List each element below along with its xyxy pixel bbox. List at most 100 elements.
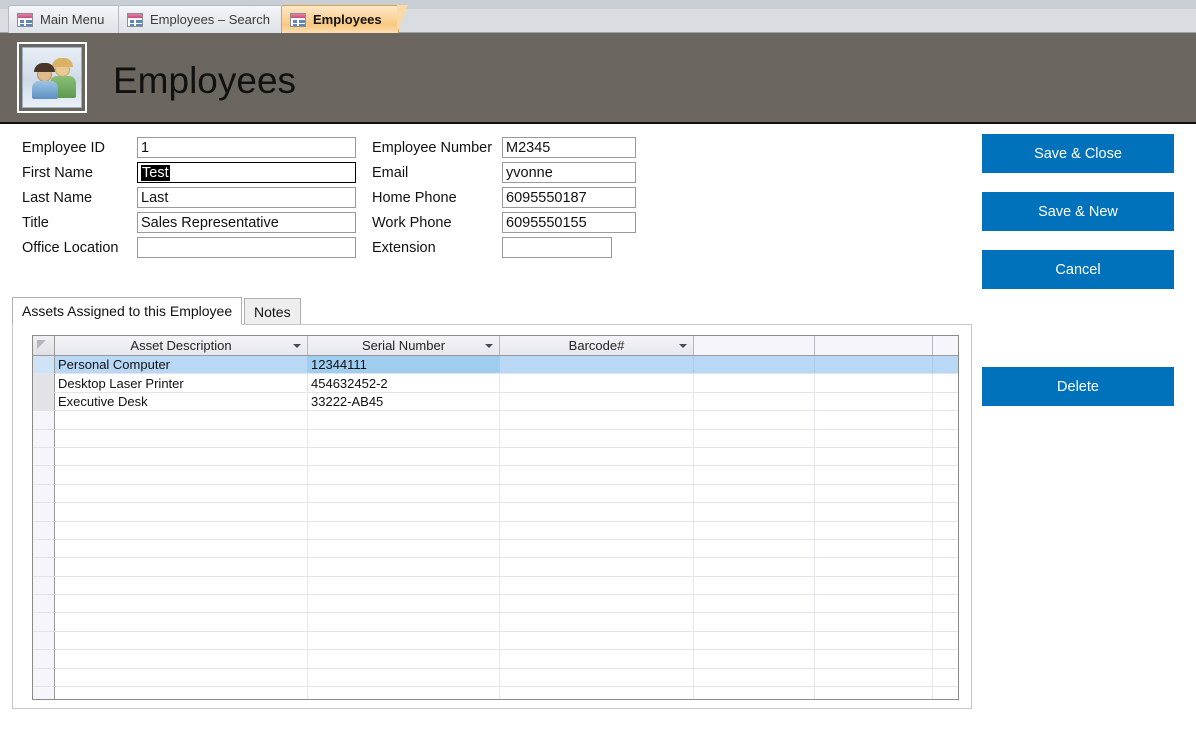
table-cell-empty[interactable] xyxy=(933,687,958,699)
table-cell-empty[interactable] xyxy=(55,447,308,466)
table-cell-empty[interactable] xyxy=(694,687,815,699)
row-selector[interactable] xyxy=(33,484,55,503)
table-cell-empty[interactable] xyxy=(500,650,694,668)
column-header[interactable]: Asset Description xyxy=(55,336,308,355)
table-cell-empty[interactable] xyxy=(308,613,500,631)
table-cell-empty[interactable] xyxy=(815,521,933,539)
table-cell-empty[interactable] xyxy=(308,447,500,466)
row-selector[interactable] xyxy=(33,392,55,411)
table-cell-empty[interactable] xyxy=(308,558,500,576)
table-cell-empty[interactable] xyxy=(500,576,694,595)
table-row-empty[interactable] xyxy=(33,484,958,504)
input-title[interactable]: Sales Representative xyxy=(137,212,356,233)
row-selector[interactable] xyxy=(33,668,55,687)
table-cell-empty[interactable] xyxy=(694,631,815,650)
table-cell-empty[interactable] xyxy=(815,613,933,631)
table-cell-empty[interactable] xyxy=(55,613,308,631)
table-row-empty[interactable] xyxy=(33,613,958,632)
table-row-empty[interactable] xyxy=(33,595,958,614)
table-row-empty[interactable] xyxy=(33,558,958,577)
table-cell-empty[interactable] xyxy=(694,411,815,429)
table-cell-empty[interactable] xyxy=(308,466,500,484)
table-cell-empty[interactable] xyxy=(694,576,815,595)
input-employee-id[interactable]: 1 xyxy=(137,137,356,158)
input-employee-number[interactable]: M2345 xyxy=(502,137,636,158)
table-cell-empty[interactable] xyxy=(815,650,933,668)
table-cell-empty[interactable] xyxy=(815,595,933,613)
table-cell-empty[interactable] xyxy=(815,447,933,466)
table-cell-empty[interactable] xyxy=(500,466,694,484)
table-row[interactable]: Desktop Laser Printer 454632452-2 xyxy=(33,374,958,393)
table-cell-empty[interactable] xyxy=(694,558,815,576)
row-selector[interactable] xyxy=(33,576,55,595)
table-cell-empty[interactable] xyxy=(933,430,958,447)
tab-notes[interactable]: Notes xyxy=(244,298,301,324)
table-cell-empty[interactable] xyxy=(694,539,815,558)
table-cell-empty[interactable] xyxy=(308,429,500,447)
table-cell-empty[interactable] xyxy=(933,485,958,502)
table-cell-empty[interactable] xyxy=(308,650,500,668)
table-cell-empty[interactable] xyxy=(308,521,500,539)
row-selector[interactable] xyxy=(33,613,55,631)
column-header[interactable]: Barcode# xyxy=(500,336,694,355)
table-cell-empty[interactable] xyxy=(55,558,308,576)
table-cell[interactable]: Personal Computer xyxy=(55,356,308,374)
document-tab-main-menu[interactable]: Main Menu xyxy=(8,5,130,33)
table-cell-empty[interactable] xyxy=(933,650,958,667)
table-cell-empty[interactable] xyxy=(500,595,694,613)
table-cell-empty[interactable] xyxy=(308,687,500,699)
table-cell-empty[interactable] xyxy=(55,503,308,521)
table-cell-empty[interactable] xyxy=(694,429,815,447)
table-cell-empty[interactable] xyxy=(308,668,500,687)
row-selector[interactable] xyxy=(33,374,55,392)
table-cell-empty[interactable] xyxy=(933,595,958,612)
table-row-empty[interactable] xyxy=(33,411,958,430)
chevron-down-icon[interactable] xyxy=(485,343,493,348)
table-cell-empty[interactable] xyxy=(933,558,958,575)
table-cell[interactable] xyxy=(500,356,694,374)
table-cell-empty[interactable] xyxy=(694,466,815,484)
row-selector[interactable] xyxy=(33,595,55,613)
table-cell-empty[interactable] xyxy=(815,503,933,521)
table-cell-empty[interactable] xyxy=(500,447,694,466)
table-cell[interactable]: 454632452-2 xyxy=(308,374,500,392)
table-cell-empty[interactable] xyxy=(500,558,694,576)
table-cell-empty[interactable] xyxy=(933,577,958,594)
chevron-down-icon[interactable] xyxy=(679,343,687,348)
table-cell-empty[interactable] xyxy=(500,668,694,687)
table-cell-empty[interactable] xyxy=(815,631,933,650)
table-cell-empty[interactable] xyxy=(55,687,308,699)
row-selector[interactable] xyxy=(33,521,55,539)
table-cell-empty[interactable] xyxy=(933,632,958,649)
table-cell-empty[interactable] xyxy=(500,687,694,699)
input-first-name[interactable]: Test xyxy=(137,162,356,183)
column-header[interactable]: Serial Number xyxy=(308,336,500,355)
table-cell-empty[interactable] xyxy=(933,503,958,520)
table-cell-empty[interactable] xyxy=(933,448,958,465)
document-tab-employees-search[interactable]: Employees – Search xyxy=(118,5,295,33)
table-cell-empty[interactable] xyxy=(55,429,308,447)
table-row[interactable]: Executive Desk 33222-AB45 xyxy=(33,392,958,412)
table-row-empty[interactable] xyxy=(33,576,958,596)
table-cell-empty[interactable] xyxy=(308,576,500,595)
row-selector[interactable] xyxy=(33,411,55,429)
table-cell-empty[interactable] xyxy=(694,503,815,521)
table-cell-empty[interactable] xyxy=(308,411,500,429)
table-cell-empty[interactable] xyxy=(815,539,933,558)
input-home-phone[interactable]: 6095550187 xyxy=(502,187,636,208)
table-cell-empty[interactable] xyxy=(308,539,500,558)
table-cell-empty[interactable] xyxy=(500,429,694,447)
table-cell-empty[interactable] xyxy=(55,539,308,558)
table-cell-empty[interactable] xyxy=(933,669,958,686)
table-cell-empty[interactable] xyxy=(815,558,933,576)
row-selector[interactable] xyxy=(33,466,55,484)
chevron-down-icon[interactable] xyxy=(293,343,301,348)
table-cell-empty[interactable] xyxy=(55,595,308,613)
table-cell-empty[interactable] xyxy=(694,521,815,539)
tab-assets-assigned[interactable]: Assets Assigned to this Employee xyxy=(12,297,243,325)
table-cell[interactable]: Desktop Laser Printer xyxy=(55,374,308,392)
table-row-empty[interactable] xyxy=(33,539,958,559)
table-cell-empty[interactable] xyxy=(55,484,308,503)
table-cell-empty[interactable] xyxy=(500,521,694,539)
table-cell-empty[interactable] xyxy=(933,522,958,539)
